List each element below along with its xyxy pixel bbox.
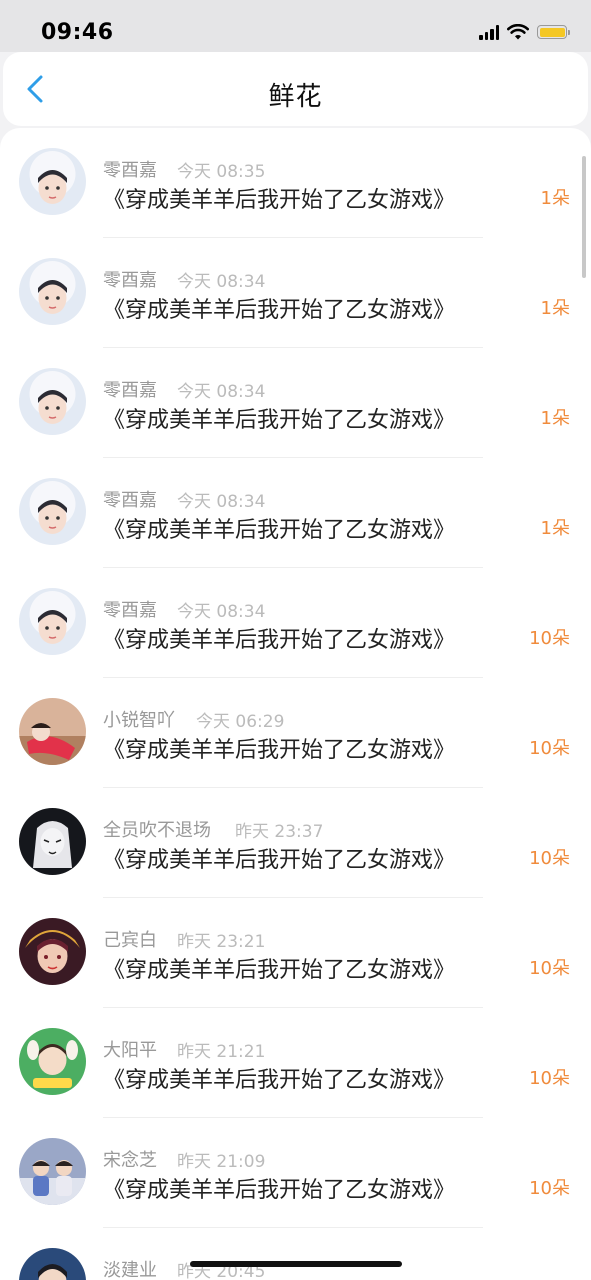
book-title: 《穿成美羊羊后我开始了乙女游戏》 (103, 628, 456, 653)
cellular-signal-icon (479, 24, 499, 40)
sender-name: 大阳平 (103, 1040, 157, 1061)
list-item[interactable]: 宋念芝 昨天 21:09 《穿成美羊羊后我开始了乙女游戏》 10朵 (0, 1118, 591, 1228)
sender-name: 零酉嘉 (103, 490, 157, 511)
home-indicator[interactable] (190, 1261, 402, 1267)
status-time: 09:46 (41, 20, 114, 45)
sender-name: 零酉嘉 (103, 160, 157, 181)
flower-count: 1朵 (540, 188, 570, 209)
flower-count: 1朵 (540, 408, 570, 429)
flower-count: 10朵 (529, 1068, 570, 1089)
avatar[interactable] (19, 588, 86, 655)
list-item[interactable]: 己宾白 昨天 23:21 《穿成美羊羊后我开始了乙女游戏》 10朵 (0, 898, 591, 1008)
avatar[interactable] (19, 258, 86, 325)
avatar[interactable] (19, 808, 86, 875)
list-item[interactable]: 全员吹不退场 昨天 23:37 《穿成美羊羊后我开始了乙女游戏》 10朵 (0, 788, 591, 898)
send-time: 今天 06:29 (196, 712, 285, 732)
avatar[interactable] (19, 478, 86, 545)
list-item[interactable]: 小锐智吖 今天 06:29 《穿成美羊羊后我开始了乙女游戏》 10朵 (0, 678, 591, 788)
avatar[interactable] (19, 698, 86, 765)
book-title: 《穿成美羊羊后我开始了乙女游戏》 (103, 1178, 456, 1203)
battery-icon (537, 25, 570, 39)
avatar[interactable] (19, 1028, 86, 1095)
flower-count: 10朵 (529, 628, 570, 649)
list-item[interactable]: 零酉嘉 今天 08:34 《穿成美羊羊后我开始了乙女游戏》 10朵 (0, 568, 591, 678)
avatar[interactable] (19, 1248, 86, 1280)
flower-list[interactable]: 零酉嘉 今天 08:35 《穿成美羊羊后我开始了乙女游戏》 1朵 零酉嘉 今天 … (0, 128, 591, 1280)
nav-header: 鲜花 (3, 52, 588, 126)
flower-count: 10朵 (529, 848, 570, 869)
book-title: 《穿成美羊羊后我开始了乙女游戏》 (103, 518, 456, 543)
status-icons (479, 24, 570, 40)
avatar[interactable] (19, 148, 86, 215)
wifi-icon (507, 24, 529, 40)
send-time: 今天 08:34 (177, 602, 266, 622)
list-item[interactable]: 零酉嘉 今天 08:35 《穿成美羊羊后我开始了乙女游戏》 1朵 (0, 128, 591, 238)
page-title: 鲜花 (268, 82, 323, 112)
sender-name: 零酉嘉 (103, 600, 157, 621)
avatar[interactable] (19, 918, 86, 985)
flower-count: 1朵 (540, 518, 570, 539)
list-item[interactable]: 零酉嘉 今天 08:34 《穿成美羊羊后我开始了乙女游戏》 1朵 (0, 238, 591, 348)
sender-name: 淡建业 (103, 1260, 157, 1280)
book-title: 《穿成美羊羊后我开始了乙女游戏》 (103, 848, 456, 873)
book-title: 《穿成美羊羊后我开始了乙女游戏》 (103, 188, 456, 213)
avatar[interactable] (19, 1138, 86, 1205)
flower-count: 10朵 (529, 738, 570, 759)
sender-name: 零酉嘉 (103, 270, 157, 291)
list-item[interactable]: 淡建业 昨天 20:45 (0, 1228, 591, 1280)
avatar[interactable] (19, 368, 86, 435)
send-time: 今天 08:34 (177, 272, 266, 292)
send-time: 今天 08:35 (177, 162, 266, 182)
flower-count: 10朵 (529, 1178, 570, 1199)
send-time: 昨天 23:21 (177, 932, 266, 952)
book-title: 《穿成美羊羊后我开始了乙女游戏》 (103, 408, 456, 433)
sender-name: 零酉嘉 (103, 380, 157, 401)
book-title: 《穿成美羊羊后我开始了乙女游戏》 (103, 1068, 456, 1093)
list-item[interactable]: 零酉嘉 今天 08:34 《穿成美羊羊后我开始了乙女游戏》 1朵 (0, 348, 591, 458)
book-title: 《穿成美羊羊后我开始了乙女游戏》 (103, 958, 456, 983)
send-time: 今天 08:34 (177, 382, 266, 402)
send-time: 昨天 23:37 (235, 822, 324, 842)
list-item[interactable]: 大阳平 昨天 21:21 《穿成美羊羊后我开始了乙女游戏》 10朵 (0, 1008, 591, 1118)
sender-name: 己宾白 (103, 930, 157, 951)
sender-name: 全员吹不退场 (103, 820, 211, 841)
flower-count: 1朵 (540, 298, 570, 319)
send-time: 今天 08:34 (177, 492, 266, 512)
flower-count: 10朵 (529, 958, 570, 979)
send-time: 昨天 21:21 (177, 1042, 266, 1062)
sender-name: 小锐智吖 (103, 710, 175, 731)
book-title: 《穿成美羊羊后我开始了乙女游戏》 (103, 298, 456, 323)
list-item[interactable]: 零酉嘉 今天 08:34 《穿成美羊羊后我开始了乙女游戏》 1朵 (0, 458, 591, 568)
book-title: 《穿成美羊羊后我开始了乙女游戏》 (103, 738, 456, 763)
sender-name: 宋念芝 (103, 1150, 157, 1171)
send-time: 昨天 21:09 (177, 1152, 266, 1172)
status-bar: 09:46 (0, 0, 591, 52)
